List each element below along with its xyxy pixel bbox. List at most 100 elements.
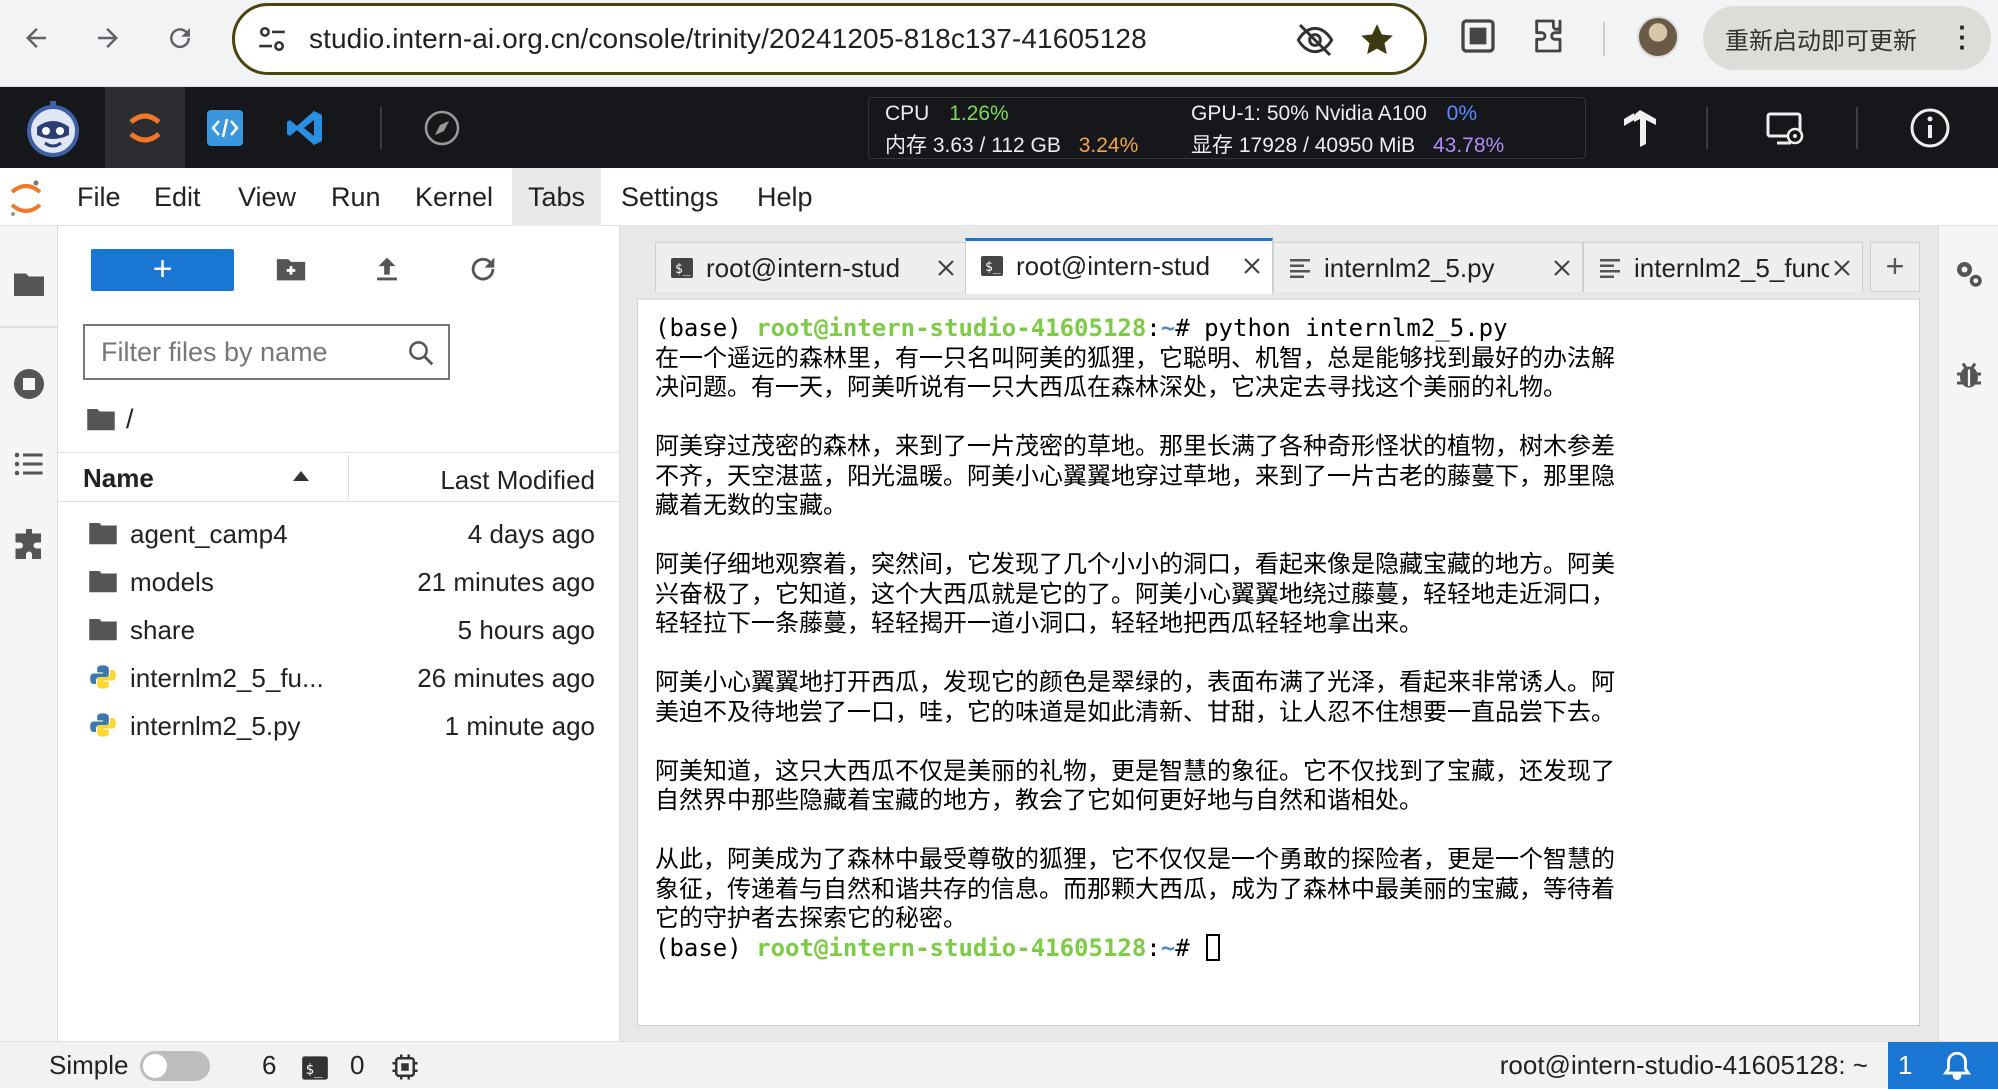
file-row[interactable]: agent_camp4 4 days ago (58, 509, 620, 557)
prompt-env: (base) (655, 314, 757, 342)
relaunch-to-update-button[interactable]: 重新启动即可更新 · · · (1703, 6, 1991, 70)
menu-edit[interactable]: Edit (138, 168, 217, 226)
svg-text:$_: $_ (306, 1062, 323, 1078)
code-server-app-icon[interactable] (185, 87, 265, 168)
file-filter-box[interactable] (83, 324, 450, 380)
status-bar: Simple 6 $_ 0 root@intern-studio-4160512… (0, 1041, 1998, 1089)
jupyter-menubar: File Edit View Run Kernel Tabs Settings … (0, 168, 1998, 226)
file-modified: 5 hours ago (457, 615, 595, 645)
terminal-icon[interactable]: $_ (300, 1054, 330, 1082)
close-icon[interactable] (934, 256, 958, 280)
menu-settings[interactable]: Settings (605, 168, 735, 226)
terminal-output[interactable]: (base) root@intern-studio-41605128:~# py… (655, 314, 1905, 963)
stop-circle-icon (14, 369, 44, 399)
info-icon[interactable] (1890, 87, 1970, 168)
bookmark-star-icon[interactable] (1357, 20, 1397, 60)
refresh-icon[interactable] (466, 252, 500, 286)
column-modified-header[interactable]: Last Modified (440, 465, 595, 496)
tab-label: internlm2_5_func (1634, 253, 1829, 283)
python-file-icon (90, 713, 116, 737)
compass-app-icon[interactable] (402, 87, 482, 168)
sidepanel-icon[interactable] (1458, 16, 1498, 56)
reload-button[interactable] (156, 14, 204, 62)
breadcrumb-root[interactable]: / (126, 404, 134, 435)
left-sidebar-tabs (0, 226, 58, 1041)
tab-internlm2-5-py[interactable]: internlm2_5.py (1273, 242, 1583, 292)
site-settings-icon[interactable] (255, 22, 289, 56)
cpu-chip-icon[interactable] (390, 1052, 420, 1082)
menu-run[interactable]: Run (315, 168, 397, 226)
upload-icon[interactable] (370, 252, 404, 286)
menu-tabs[interactable]: Tabs (512, 168, 602, 226)
menu-help[interactable]: Help (741, 168, 829, 226)
resource-monitor: CPU 1.26% 内存 3.63 / 112 GB 3.24% GPU-1: … (868, 97, 1586, 159)
folder-icon (89, 571, 117, 593)
profile-avatar[interactable] (1637, 16, 1679, 58)
file-browser-tab[interactable] (0, 256, 58, 312)
folder-icon (89, 523, 117, 545)
menu-kernel[interactable]: Kernel (399, 168, 509, 226)
filter-files-input[interactable] (101, 336, 401, 368)
new-folder-icon[interactable] (274, 252, 308, 286)
add-tab-button[interactable]: + (1870, 242, 1920, 292)
column-divider[interactable] (348, 455, 349, 499)
close-icon[interactable] (1550, 256, 1574, 280)
running-sessions-tab[interactable] (0, 356, 58, 412)
file-row[interactable]: models 21 minutes ago (58, 557, 620, 605)
right-sidebar-tabs (1938, 226, 1998, 1041)
forward-button[interactable] (84, 14, 132, 62)
sort-ascending-icon[interactable] (291, 468, 311, 484)
more-menu-icon[interactable]: · · · (1958, 14, 1967, 60)
terminal-panel[interactable]: (base) root@intern-studio-41605128:~# py… (637, 298, 1920, 1026)
simple-mode-toggle[interactable] (140, 1051, 210, 1081)
main-dock-area: $_ root@intern-stud $_ root@intern-stud … (620, 226, 1938, 1041)
jupyter-app-icon[interactable] (105, 87, 185, 168)
file-row[interactable]: internlm2_5_fu... 26 minutes ago (58, 653, 620, 701)
table-of-contents-tab[interactable] (0, 436, 58, 492)
property-inspector-gears-icon[interactable] (1951, 256, 1987, 292)
tab-internlm2-5-func[interactable]: internlm2_5_func (1583, 242, 1863, 292)
sidebar-divider (0, 326, 58, 328)
tab-terminal-1[interactable]: $_ root@intern-stud (655, 242, 967, 292)
new-launcher-button[interactable]: + (91, 249, 234, 291)
menu-view[interactable]: View (222, 168, 312, 226)
back-button[interactable] (12, 14, 60, 62)
debugger-bug-icon[interactable] (1951, 356, 1987, 392)
vscode-app-icon[interactable] (265, 87, 345, 168)
simple-mode-label: Simple (49, 1050, 129, 1080)
memory-usage: 3.24% (1078, 134, 1139, 157)
memory-label: 内存 3.63 / 112 GB (885, 134, 1061, 157)
column-name-header[interactable]: Name (83, 463, 154, 494)
studio-logo-icon[interactable] (0, 87, 105, 168)
url-text[interactable]: studio.intern-ai.org.cn/console/trinity/… (309, 23, 1147, 55)
file-modified: 26 minutes ago (417, 663, 595, 693)
puzzle-icon (15, 529, 41, 559)
file-row[interactable]: internlm2_5.py 1 minute ago (58, 701, 620, 749)
studio-bar-divider (1856, 107, 1858, 149)
extensions-puzzle-icon[interactable] (1530, 16, 1570, 56)
notifications-button[interactable]: 1 (1888, 1042, 1998, 1089)
extension-manager-tab[interactable] (0, 516, 58, 572)
terminal-icon: $_ (981, 256, 1003, 276)
terminal-count[interactable]: 0 (350, 1050, 364, 1081)
close-icon[interactable] (1240, 254, 1264, 278)
tab-terminal-2[interactable]: $_ root@intern-stud (965, 238, 1273, 294)
prompt-end: # (1175, 314, 1205, 342)
eye-off-icon[interactable] (1295, 20, 1335, 60)
address-bar[interactable]: studio.intern-ai.org.cn/console/trinity/… (232, 3, 1427, 75)
search-icon (409, 341, 434, 366)
tensorflow-icon[interactable] (1600, 87, 1680, 168)
monitor-settings-icon[interactable] (1745, 87, 1825, 168)
arrow-right-icon (98, 28, 118, 48)
gpu-label: GPU-1: 50% Nvidia A100 (1191, 102, 1427, 125)
folder-icon[interactable] (86, 406, 116, 432)
file-row[interactable]: share 5 hours ago (58, 605, 620, 653)
relaunch-label: 重新启动即可更新 (1725, 27, 1917, 55)
tab-label: internlm2_5.py (1324, 253, 1495, 283)
list-icon (14, 452, 43, 476)
cpu-usage: 1.26% (949, 102, 1009, 125)
prompt-user-host: root@intern-studio-41605128 (756, 933, 1147, 962)
menu-file[interactable]: File (61, 168, 137, 226)
close-icon[interactable] (1830, 256, 1854, 280)
kernel-count[interactable]: 6 (262, 1050, 276, 1081)
